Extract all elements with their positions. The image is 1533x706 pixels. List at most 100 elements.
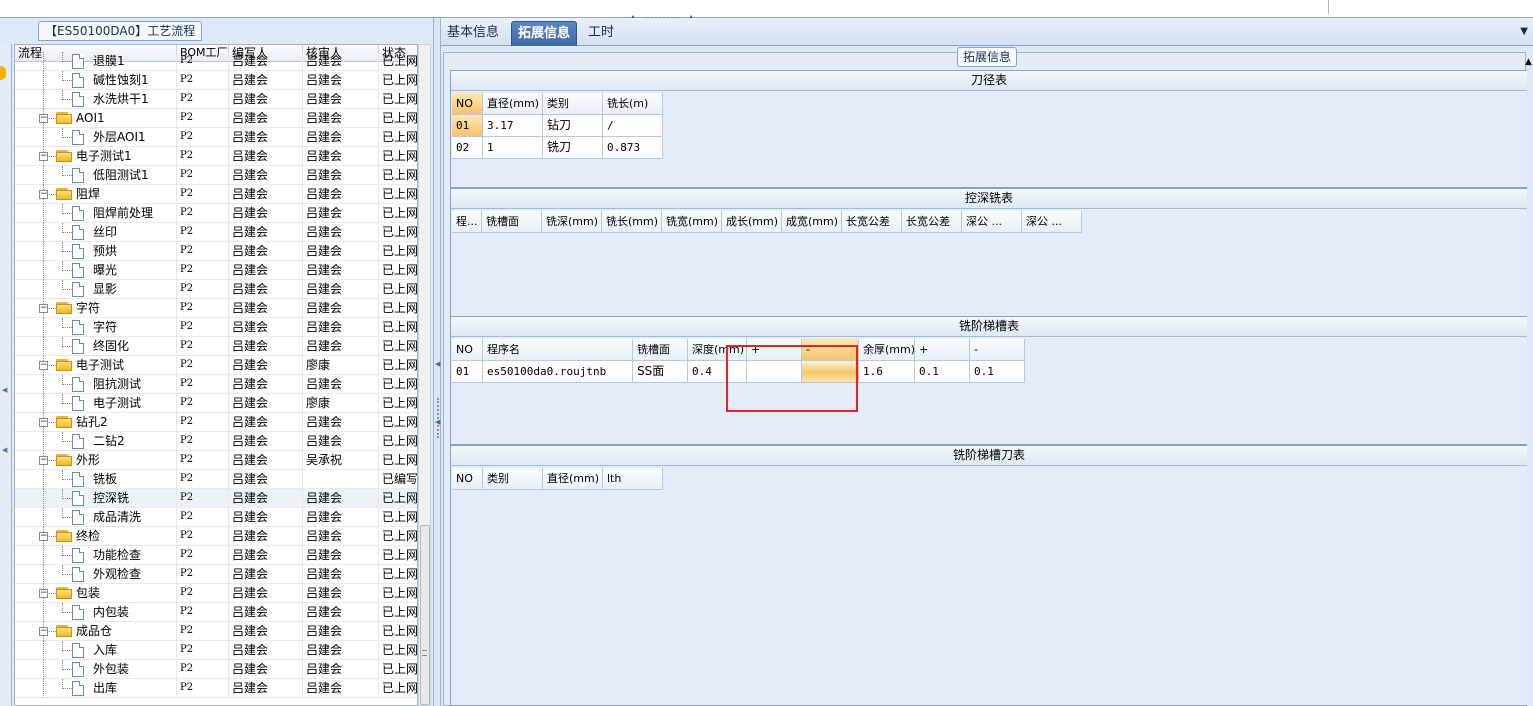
grid-cell[interactable]: 1.6 bbox=[859, 361, 915, 383]
column-header[interactable]: lth bbox=[603, 468, 663, 490]
tree-row[interactable]: − 终检 P2 吕建会 吕建会 已上网 bbox=[15, 527, 417, 546]
process-name-cell[interactable]: 成品清洗 bbox=[15, 508, 177, 527]
tree-row[interactable]: 丝印 P2 吕建会 吕建会 已上网 bbox=[15, 223, 417, 242]
process-name-cell[interactable]: − AOI1 bbox=[15, 109, 177, 128]
column-header[interactable]: 铣槽面 bbox=[482, 211, 542, 233]
grid-cell[interactable]: 01 bbox=[452, 115, 483, 137]
scroll-up-icon-right[interactable]: ▲ bbox=[1525, 57, 1532, 67]
tree-row[interactable]: − 外形 P2 吕建会 吴承祝 已上网 bbox=[15, 451, 417, 470]
grid-cell[interactable]: 0.873 bbox=[603, 137, 663, 159]
tree-row[interactable]: − 成品仓 P2 吕建会 吕建会 已上网 bbox=[15, 622, 417, 641]
column-header[interactable]: 深公 ... bbox=[1022, 211, 1082, 233]
process-name-cell[interactable]: − 阻焊 bbox=[15, 185, 177, 204]
grid-cell[interactable]: 02 bbox=[452, 137, 483, 159]
tree-row[interactable]: 水洗烘干1 P2 吕建会 吕建会 已上网 bbox=[15, 90, 417, 109]
column-header[interactable]: 铣长(mm) bbox=[602, 211, 662, 233]
column-header[interactable]: NO bbox=[452, 468, 483, 490]
tree-row[interactable]: 终固化 P2 吕建会 吕建会 已上网 bbox=[15, 337, 417, 356]
column-header[interactable]: 成宽(mm) bbox=[782, 211, 842, 233]
process-name-cell[interactable]: 曝光 bbox=[15, 261, 177, 280]
tree-row[interactable]: 阻焊前处理 P2 吕建会 吕建会 已上网 bbox=[15, 204, 417, 223]
grid-cell[interactable] bbox=[747, 361, 802, 383]
collapse-toggle-icon[interactable]: − bbox=[39, 304, 48, 313]
tree-row[interactable]: 外观检查 P2 吕建会 吕建会 已上网 bbox=[15, 565, 417, 584]
process-name-cell[interactable]: 字符 bbox=[15, 318, 177, 337]
collapse-toggle-icon[interactable]: − bbox=[39, 532, 48, 541]
tree-row[interactable]: − 电子测试1 P2 吕建会 吕建会 已上网 bbox=[15, 147, 417, 166]
process-name-cell[interactable]: − 钻孔2 bbox=[15, 413, 177, 432]
process-name-cell[interactable]: 控深铣 bbox=[15, 489, 177, 508]
tree-row[interactable]: 曝光 P2 吕建会 吕建会 已上网 bbox=[15, 261, 417, 280]
tree-vertical-scrollbar[interactable] bbox=[418, 44, 431, 706]
column-header[interactable]: - bbox=[802, 339, 859, 361]
process-name-cell[interactable]: − 电子测试 bbox=[15, 356, 177, 375]
process-name-cell[interactable]: 外包装 bbox=[15, 660, 177, 679]
column-header[interactable]: NO bbox=[452, 339, 483, 361]
process-name-cell[interactable]: 预烘 bbox=[15, 242, 177, 261]
process-name-cell[interactable]: 显影 bbox=[15, 280, 177, 299]
process-name-cell[interactable]: − 字符 bbox=[15, 299, 177, 318]
tree-row[interactable]: 出库 P2 吕建会 吕建会 已上网 bbox=[15, 679, 417, 698]
process-name-cell[interactable]: 内包装 bbox=[15, 603, 177, 622]
tab-dropdown-icon[interactable]: ▼ bbox=[1520, 26, 1528, 37]
process-name-cell[interactable]: 入库 bbox=[15, 641, 177, 660]
process-name-cell[interactable]: 阻抗测试 bbox=[15, 375, 177, 394]
vertical-splitter[interactable]: ◀ ◀ bbox=[433, 18, 441, 706]
collapse-toggle-icon[interactable]: − bbox=[39, 152, 48, 161]
tree-row[interactable]: − 包装 P2 吕建会 吕建会 已上网 bbox=[15, 584, 417, 603]
column-header[interactable]: 直径(mm) bbox=[543, 468, 603, 490]
tree-row[interactable]: 控深铣 P2 吕建会 吕建会 已上网 bbox=[15, 489, 417, 508]
column-header[interactable]: 直径(mm) bbox=[483, 93, 543, 115]
column-header[interactable]: 程序名 bbox=[483, 339, 633, 361]
process-name-cell[interactable]: 出库 bbox=[15, 679, 177, 698]
tree-row[interactable]: 外层AOI1 P2 吕建会 吕建会 已上网 bbox=[15, 128, 417, 147]
tab-basic-info[interactable]: 基本信息 bbox=[441, 21, 505, 46]
grid-cell[interactable]: 0.4 bbox=[688, 361, 747, 383]
grid-cell[interactable]: 0.1 bbox=[970, 361, 1025, 383]
column-header[interactable]: 长宽公差 bbox=[842, 211, 902, 233]
tab-work-hours[interactable]: 工时 bbox=[582, 21, 620, 46]
collapse-toggle-icon[interactable]: − bbox=[39, 418, 48, 427]
tree-row[interactable]: 入库 P2 吕建会 吕建会 已上网 bbox=[15, 641, 417, 660]
process-name-cell[interactable]: 外层AOI1 bbox=[15, 128, 177, 147]
scrollbar-thumb[interactable] bbox=[420, 525, 430, 705]
tree-row[interactable]: 外包装 P2 吕建会 吕建会 已上网 bbox=[15, 660, 417, 679]
column-header[interactable]: 余厚(mm) bbox=[859, 339, 915, 361]
column-header[interactable]: - bbox=[970, 339, 1025, 361]
grid-cell[interactable]: 铣刀 bbox=[543, 137, 603, 159]
process-name-cell[interactable]: − 成品仓 bbox=[15, 622, 177, 641]
process-name-cell[interactable]: 二钻2 bbox=[15, 432, 177, 451]
column-header[interactable]: 铣深(mm) bbox=[542, 211, 602, 233]
tree-row[interactable]: 电子测试 P2 吕建会 廖康 已上网 bbox=[15, 394, 417, 413]
collapse-toggle-icon[interactable]: − bbox=[39, 114, 48, 123]
tree-row[interactable]: − AOI1 P2 吕建会 吕建会 已上网 bbox=[15, 109, 417, 128]
column-header[interactable]: 类别 bbox=[543, 93, 603, 115]
tree-row[interactable]: − 电子测试 P2 吕建会 廖康 已上网 bbox=[15, 356, 417, 375]
grid-cell[interactable]: 01 bbox=[452, 361, 483, 383]
process-name-cell[interactable]: 退膜1 bbox=[15, 52, 177, 71]
collapse-toggle-icon[interactable]: − bbox=[39, 627, 48, 636]
tree-row[interactable]: 成品清洗 P2 吕建会 吕建会 已上网 bbox=[15, 508, 417, 527]
process-name-cell[interactable]: − 包装 bbox=[15, 584, 177, 603]
column-header[interactable]: 铣宽(mm) bbox=[662, 211, 722, 233]
tree-row[interactable]: − 钻孔2 P2 吕建会 吕建会 已上网 bbox=[15, 413, 417, 432]
tree-row[interactable]: 碱性蚀刻1 P2 吕建会 吕建会 已上网 bbox=[15, 71, 417, 90]
process-name-cell[interactable]: 铣板 bbox=[15, 470, 177, 489]
collapse-left-icon-2[interactable]: ◀ bbox=[2, 446, 7, 454]
grid-cell[interactable]: 0.1 bbox=[915, 361, 970, 383]
column-header[interactable]: 深公 ... bbox=[962, 211, 1022, 233]
splitter-left-icon[interactable]: ◀ bbox=[435, 360, 440, 368]
grid-cell[interactable] bbox=[802, 361, 859, 383]
tree-row[interactable]: 预烘 P2 吕建会 吕建会 已上网 bbox=[15, 242, 417, 261]
column-header[interactable]: 深度(mm) bbox=[688, 339, 747, 361]
process-name-cell[interactable]: 丝印 bbox=[15, 223, 177, 242]
process-name-cell[interactable]: 电子测试 bbox=[15, 394, 177, 413]
tree-row[interactable]: 功能检查 P2 吕建会 吕建会 已上网 bbox=[15, 546, 417, 565]
column-header[interactable]: NO bbox=[452, 93, 483, 115]
column-header[interactable]: 类别 bbox=[483, 468, 543, 490]
grid-cell[interactable]: 钻刀 bbox=[543, 115, 603, 137]
column-header[interactable]: 铣槽面 bbox=[633, 339, 688, 361]
tree-row[interactable]: 铣板 P2 吕建会 已编写 bbox=[15, 470, 417, 489]
collapse-toggle-icon[interactable]: − bbox=[39, 456, 48, 465]
process-name-cell[interactable]: 低阻测试1 bbox=[15, 166, 177, 185]
